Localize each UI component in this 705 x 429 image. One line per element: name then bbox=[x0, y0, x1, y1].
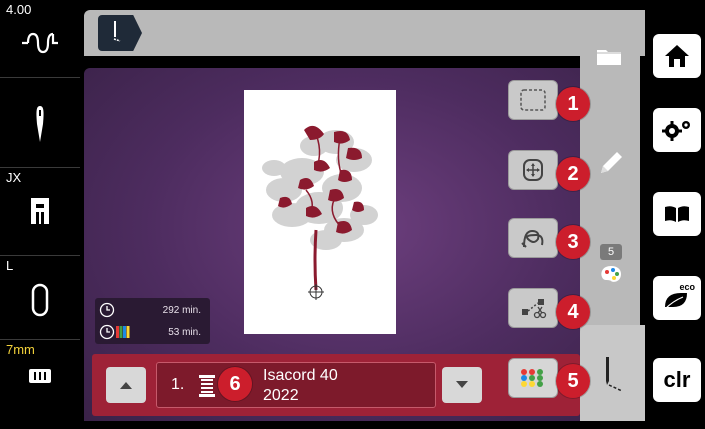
cut-jump-stitches-button[interactable] bbox=[508, 288, 558, 328]
stitch-plate-icon bbox=[0, 368, 80, 384]
book-icon bbox=[665, 206, 689, 222]
color-index: 1. bbox=[171, 376, 185, 393]
callout-badge-3: 3 bbox=[556, 225, 590, 259]
thread-spool-icon bbox=[199, 375, 215, 397]
callout-badge-4: 4 bbox=[556, 295, 590, 329]
status-column: 4.00 JX L 7mm bbox=[0, 0, 80, 429]
hoop-select-button[interactable] bbox=[508, 80, 558, 120]
settings-button[interactable] bbox=[653, 108, 701, 152]
clr-label: clr bbox=[663, 367, 691, 392]
clock-icon bbox=[99, 324, 115, 340]
callout-badge-6: 6 bbox=[218, 367, 252, 401]
current-color-display[interactable]: 1. Isacord 40 2022 bbox=[156, 362, 436, 408]
embroidery-mode-tab[interactable] bbox=[98, 15, 142, 51]
palette-icon bbox=[601, 266, 621, 282]
move-arrows-icon bbox=[523, 159, 543, 181]
hoop-cell[interactable]: 7mm bbox=[0, 340, 80, 429]
design-preview[interactable] bbox=[244, 90, 396, 334]
eco-button[interactable]: eco bbox=[653, 276, 701, 320]
presser-foot-label: JX bbox=[6, 170, 22, 185]
callout-badge-5: 5 bbox=[556, 364, 590, 398]
top-bar bbox=[84, 10, 659, 56]
color-sequence-button[interactable] bbox=[508, 358, 558, 398]
stitch-width-cell[interactable]: 4.00 bbox=[0, 0, 80, 78]
thread-number: 2022 bbox=[263, 387, 299, 404]
bobbin-cell[interactable]: L bbox=[0, 256, 80, 340]
next-color-button[interactable] bbox=[442, 367, 482, 403]
move-design-button[interactable] bbox=[508, 150, 558, 190]
stitch-pattern-icon bbox=[0, 30, 80, 56]
gear-icon bbox=[662, 121, 690, 141]
stitch-path-button[interactable] bbox=[508, 218, 558, 258]
color-count-badge: 5 bbox=[600, 244, 622, 260]
home-button[interactable] bbox=[653, 34, 701, 78]
hoop-size-label: 7mm bbox=[6, 342, 35, 357]
color-info-button[interactable]: 5 bbox=[596, 244, 626, 288]
needle-icon bbox=[0, 104, 80, 144]
edit-button[interactable] bbox=[596, 148, 626, 183]
start-point-crosshair bbox=[308, 284, 324, 300]
remaining-time-value: 53 min. bbox=[168, 326, 201, 338]
presser-foot-icon bbox=[0, 196, 80, 226]
edit-mode-tab[interactable] bbox=[580, 325, 645, 421]
pencil-icon bbox=[601, 152, 622, 173]
eco-label: eco bbox=[679, 282, 695, 292]
arrow-up-icon bbox=[120, 382, 132, 389]
clock-icon bbox=[99, 302, 115, 318]
stitch-path-icon bbox=[521, 229, 544, 248]
thread-brand: Isacord 40 bbox=[263, 367, 338, 384]
flower-design bbox=[262, 125, 378, 300]
color-spools-icon bbox=[116, 326, 130, 338]
callout-badge-2: 2 bbox=[556, 157, 590, 191]
color-dots-icon bbox=[521, 369, 543, 387]
needle-mode-icon bbox=[113, 21, 121, 42]
home-icon bbox=[665, 45, 689, 67]
folder-icon bbox=[597, 50, 621, 65]
remaining-time-row: 53 min. bbox=[99, 322, 207, 342]
hoop-frame-icon bbox=[520, 89, 546, 111]
needle-cell[interactable] bbox=[0, 78, 80, 168]
scissors-jump-icon bbox=[522, 299, 547, 319]
total-time-value: 292 min. bbox=[162, 304, 201, 316]
bobbin-label: L bbox=[6, 258, 14, 273]
folder-button[interactable] bbox=[596, 46, 622, 71]
previous-color-button[interactable] bbox=[106, 367, 146, 403]
bobbin-icon bbox=[0, 282, 80, 318]
total-time-row: 292 min. bbox=[99, 300, 207, 320]
presser-foot-cell[interactable]: JX bbox=[0, 168, 80, 256]
clear-button[interactable]: clr bbox=[653, 358, 701, 402]
stitch-width-value: 4.00 bbox=[6, 2, 32, 17]
color-change-bar: 1. Isacord 40 2022 bbox=[92, 354, 580, 416]
right-nav: eco clr bbox=[645, 0, 705, 429]
callout-badge-1: 1 bbox=[556, 87, 590, 121]
embroidery-time-box: 292 min. 53 min. bbox=[95, 298, 210, 344]
needle-stitch-icon bbox=[606, 357, 623, 392]
tutorial-button[interactable] bbox=[653, 192, 701, 236]
arrow-down-icon bbox=[456, 381, 468, 388]
